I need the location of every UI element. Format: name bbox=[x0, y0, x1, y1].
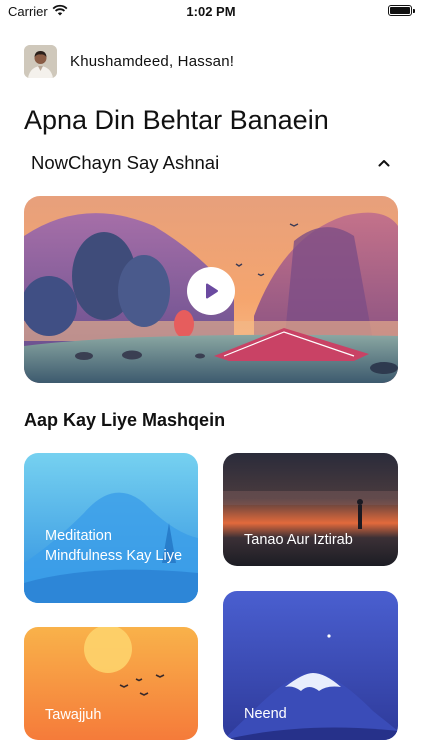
avatar[interactable] bbox=[24, 45, 57, 78]
battery-icon bbox=[388, 5, 415, 16]
stress-card-label: Tanao Aur Iztirab bbox=[244, 532, 353, 548]
play-button[interactable] bbox=[187, 267, 235, 315]
greeting-text: Khushamdeed, Hassan! bbox=[70, 53, 235, 70]
sleep-card-label: Neend bbox=[244, 706, 287, 722]
stress-card[interactable]: Tanao Aur Iztirab bbox=[223, 453, 398, 566]
chevron-up-icon[interactable] bbox=[377, 156, 391, 170]
status-bar: Carrier 1:02 PM bbox=[0, 0, 422, 24]
greeting-row: Khushamdeed, Hassan! bbox=[24, 45, 234, 78]
focus-card-label: Tawajjuh bbox=[45, 707, 102, 723]
meditation-card[interactable]: Meditation Mindfulness Kay Liye bbox=[24, 453, 198, 603]
play-icon bbox=[206, 283, 218, 299]
page-title: Apna Din Behtar Banaein bbox=[24, 105, 329, 135]
exercises-section-title: Aap Kay Liye Mashqein bbox=[24, 410, 226, 430]
focus-card[interactable]: Tawajjuh bbox=[24, 627, 198, 740]
sleep-card[interactable]: Neend bbox=[223, 591, 398, 740]
intro-section-header[interactable]: NowChayn Say Ashnai bbox=[31, 151, 391, 175]
intro-video[interactable] bbox=[24, 196, 398, 383]
intro-section-title: NowChayn Say Ashnai bbox=[31, 152, 220, 173]
meditation-card-label: Meditation Mindfulness Kay Liye bbox=[45, 528, 183, 564]
status-time: 1:02 PM bbox=[186, 4, 236, 19]
